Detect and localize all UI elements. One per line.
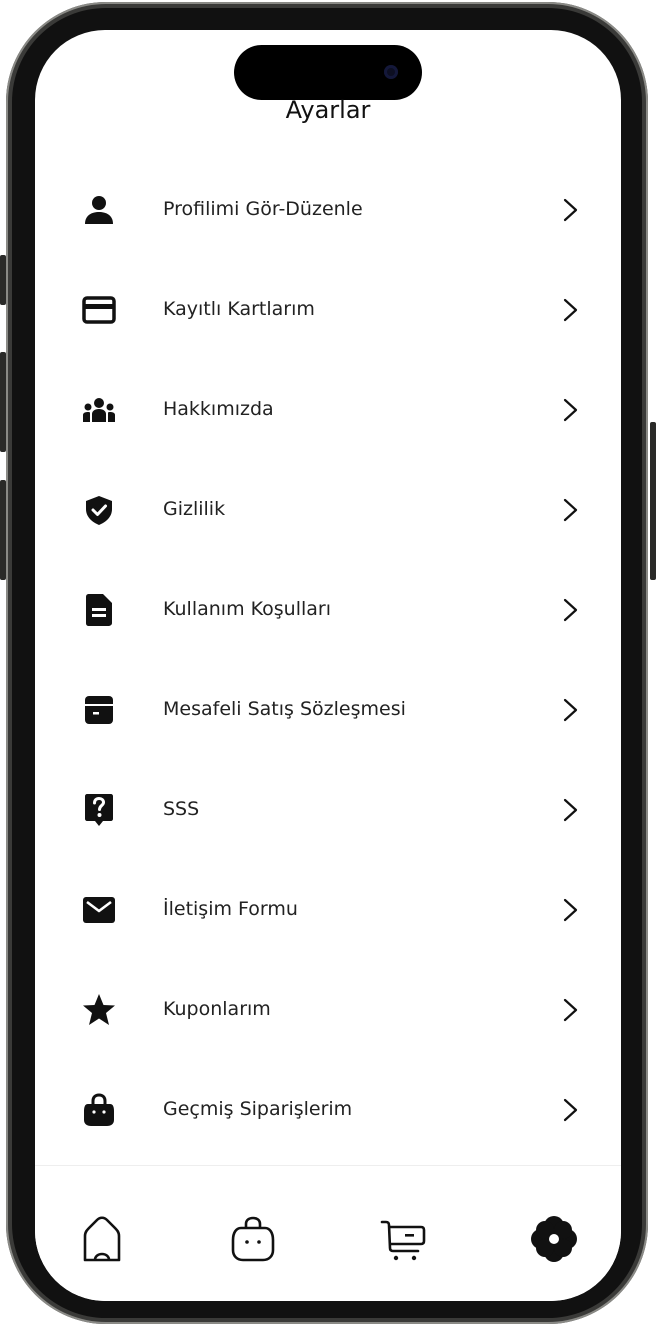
archive-box-icon [81,692,117,728]
star-icon [81,992,117,1028]
chevron-right-icon [563,498,578,522]
bag-face-icon [231,1216,275,1262]
menu-item-faq[interactable]: SSS [35,760,621,860]
cart-icon [380,1220,426,1261]
menu-item-past-orders[interactable]: Geçmiş Siparişlerim [35,1060,621,1160]
group-icon [81,392,117,428]
chevron-right-icon [563,298,578,322]
person-icon [81,192,117,228]
document-icon [81,592,117,628]
menu-item-saved-cards[interactable]: Kayıtlı Kartlarım [35,260,621,360]
menu-item-label: SSS [163,798,200,820]
tab-home[interactable] [74,1211,130,1267]
menu-item-distance-sales[interactable]: Mesafeli Satış Sözleşmesi [35,660,621,760]
settings-menu: Profilimi Gör-Düzenle Kayıtlı Kartlarım … [35,160,621,1160]
menu-item-label: Kuponlarım [163,998,271,1020]
power-button [650,422,656,580]
chevron-right-icon [563,998,578,1022]
chevron-right-icon [563,198,578,222]
menu-item-label: Profilimi Gör-Düzenle [163,198,363,220]
menu-item-label: Hakkımızda [163,398,274,420]
tab-settings[interactable] [526,1211,582,1267]
home-icon [83,1216,121,1262]
credit-card-icon [81,292,117,328]
chevron-right-icon [563,698,578,722]
menu-item-label: Gizlilik [163,498,226,520]
chevron-right-icon [563,898,578,922]
shopping-bag-icon [81,1092,117,1128]
chevron-right-icon [563,1098,578,1122]
tab-bag[interactable] [225,1211,281,1267]
camera-icon [384,65,398,79]
menu-item-label: Kullanım Koşulları [163,598,331,620]
page-title: Ayarlar [285,96,371,124]
menu-item-privacy[interactable]: Gizlilik [35,460,621,560]
menu-item-label: Kayıtlı Kartlarım [163,298,315,320]
screen: Ayarlar Profilimi Gör-Düzenle Kayıtlı Ka… [35,30,621,1301]
menu-item-terms[interactable]: Kullanım Koşulları [35,560,621,660]
menu-item-label: Mesafeli Satış Sözleşmesi [163,698,406,720]
chevron-right-icon [563,398,578,422]
menu-item-label: Geçmiş Siparişlerim [163,1098,353,1120]
menu-item-profile[interactable]: Profilimi Gör-Düzenle [35,160,621,260]
menu-item-label: İletişim Formu [163,898,298,920]
shield-check-icon [81,492,117,528]
chevron-right-icon [563,598,578,622]
tab-cart[interactable] [375,1211,431,1267]
flower-settings-icon [531,1216,577,1262]
menu-item-about[interactable]: Hakkımızda [35,360,621,460]
dynamic-island [234,45,422,100]
menu-item-contact-form[interactable]: İletişim Formu [35,860,621,960]
chevron-right-icon [563,798,578,822]
menu-item-coupons[interactable]: Kuponlarım [35,960,621,1060]
mail-icon [81,892,117,928]
tab-bar [35,1165,621,1301]
question-icon [81,792,117,828]
